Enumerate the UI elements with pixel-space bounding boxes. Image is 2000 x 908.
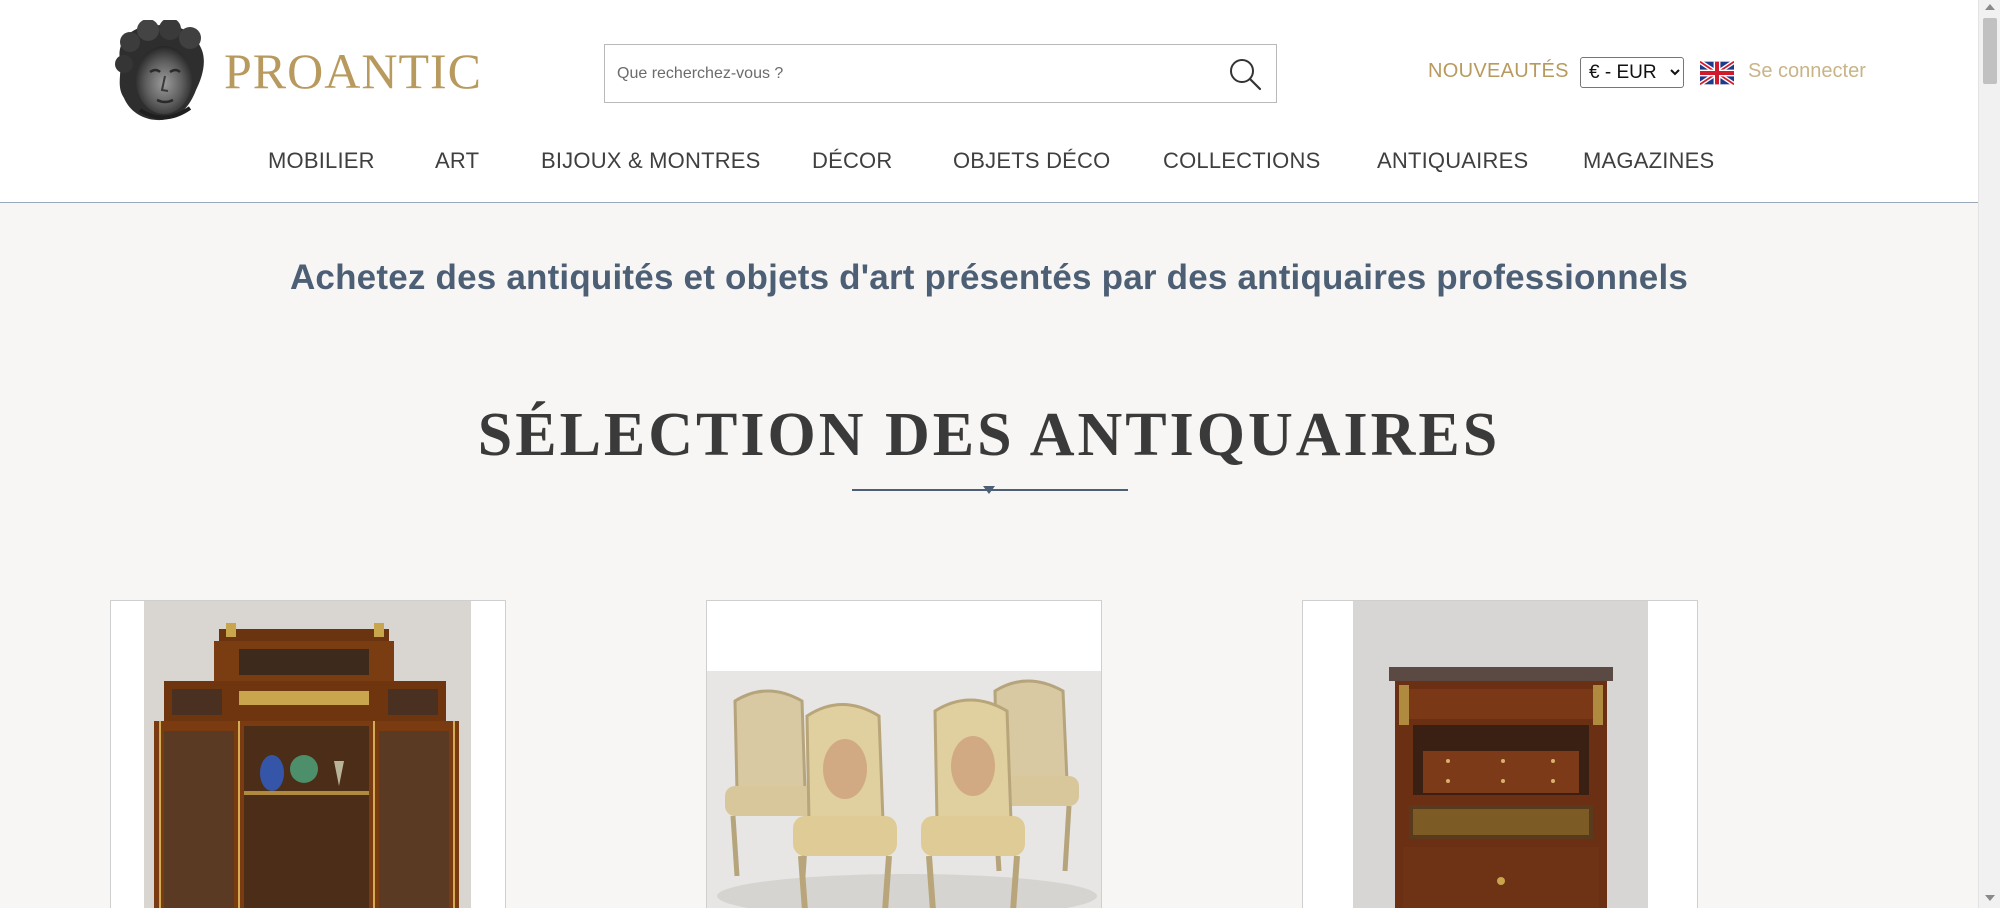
site-header: PROANTIC NOUVEAUTÉS € - EUR Se connecter… — [0, 0, 1978, 203]
four-armchairs-photo-icon — [707, 671, 1101, 908]
search-input[interactable] — [605, 45, 1205, 102]
classical-head-logo-icon — [115, 20, 204, 121]
nav-item-art[interactable]: ART — [435, 148, 479, 174]
logo-wordmark: PROANTIC — [224, 43, 483, 99]
scroll-up-arrow-icon[interactable] — [1985, 4, 1995, 10]
nav-item-objets-deco[interactable]: OBJETS DÉCO — [953, 148, 1110, 174]
uk-flag-icon[interactable] — [1700, 61, 1734, 85]
scroll-thumb[interactable] — [1983, 18, 1997, 84]
search-button[interactable] — [1228, 57, 1262, 91]
product-card[interactable] — [110, 600, 506, 908]
section-title: SÉLECTION DES ANTIQUAIRES — [477, 401, 1501, 469]
page-tagline: Achetez des antiquités et objets d'art p… — [289, 258, 1689, 297]
divider-diamond-icon — [983, 486, 995, 494]
nav-item-mobilier[interactable]: MOBILIER — [268, 148, 375, 174]
nouveautes-link[interactable]: NOUVEAUTÉS — [1428, 60, 1569, 83]
nav-item-bijoux-montres[interactable]: BIJOUX & MONTRES — [541, 148, 761, 174]
page-scrollbar[interactable] — [1978, 0, 2000, 908]
search-bar — [604, 44, 1277, 103]
login-link[interactable]: Se connecter — [1748, 60, 1866, 83]
scroll-down-arrow-icon[interactable] — [1985, 895, 1995, 901]
nav-item-decor[interactable]: DÉCOR — [812, 148, 892, 174]
logo-link[interactable]: PROANTIC — [110, 20, 482, 122]
main-nav: MOBILIER ART BIJOUX & MONTRES DÉCOR OBJE… — [0, 148, 1978, 178]
product-card[interactable] — [706, 600, 1102, 908]
currency-select[interactable]: € - EUR — [1580, 57, 1684, 88]
search-icon — [1230, 59, 1262, 91]
nav-item-magazines[interactable]: MAGAZINES — [1583, 148, 1714, 174]
nav-item-antiquaires[interactable]: ANTIQUAIRES — [1377, 148, 1528, 174]
display-cabinet-photo-icon — [144, 601, 471, 908]
secretary-desk-photo-icon — [1353, 601, 1648, 908]
product-card[interactable] — [1302, 600, 1698, 908]
nav-item-collections[interactable]: COLLECTIONS — [1163, 148, 1320, 174]
